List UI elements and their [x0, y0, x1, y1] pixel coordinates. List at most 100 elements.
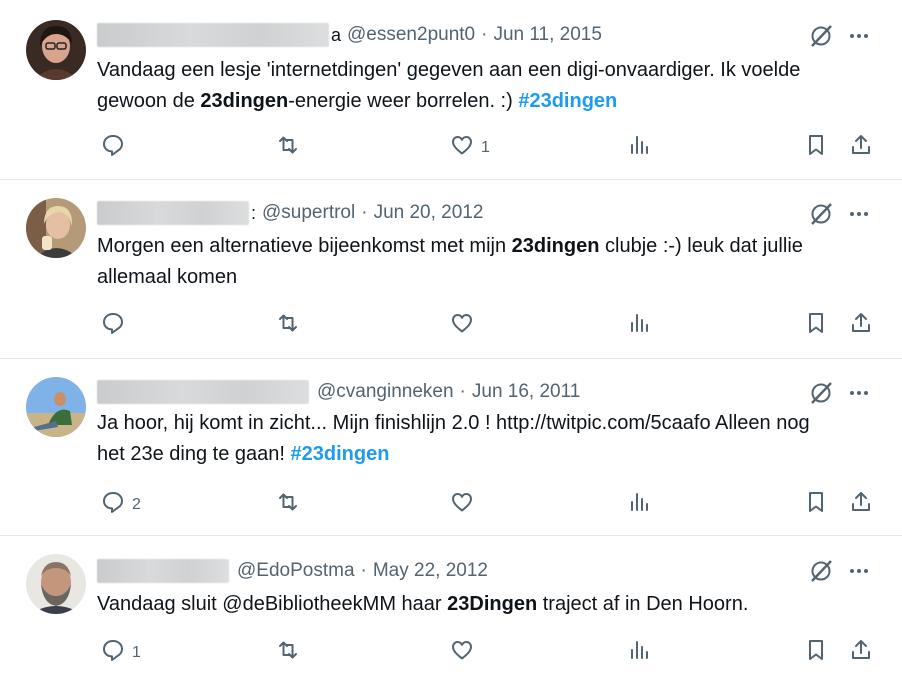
bookmark-icon — [803, 132, 829, 163]
share-button[interactable] — [848, 310, 874, 341]
like-button[interactable] — [449, 637, 481, 668]
tweet-date[interactable]: Jun 20, 2012 — [374, 202, 484, 224]
separator-dot: · — [360, 560, 367, 581]
tweet-text: Ja hoor, hij komt in zicht... Mijn finis… — [97, 408, 837, 470]
bookmark-button[interactable] — [803, 310, 829, 341]
like-icon — [449, 310, 475, 341]
tweet-actions: 1 — [0, 637, 902, 667]
avatar[interactable] — [26, 554, 86, 614]
separator-dot: · — [459, 381, 466, 402]
reply-button[interactable]: 1 — [100, 637, 141, 668]
hashtag-link[interactable]: #23dingen — [518, 90, 617, 112]
share-icon — [848, 132, 874, 163]
tweet-header: @EdoPostma · May 22, 2012 — [97, 556, 488, 586]
user-handle[interactable]: @supertrol — [262, 202, 355, 224]
share-button[interactable] — [848, 132, 874, 163]
share-icon — [848, 310, 874, 341]
more-icon[interactable] — [846, 23, 872, 49]
user-handle[interactable]: @EdoPostma — [237, 560, 355, 582]
views-icon — [626, 637, 652, 668]
more-icon[interactable] — [846, 558, 872, 584]
tweet-date[interactable]: May 22, 2012 — [373, 560, 488, 582]
tweet[interactable]: : @supertrol · Jun 20, 2012 Morgen een a… — [0, 180, 902, 359]
bookmark-icon — [803, 310, 829, 341]
retweet-icon — [275, 132, 301, 163]
views-button[interactable] — [626, 637, 652, 668]
retweet-icon — [275, 637, 301, 668]
reply-button[interactable] — [100, 310, 132, 341]
like-icon — [449, 489, 475, 520]
redacted-display-name — [97, 380, 309, 404]
grok-icon[interactable] — [808, 380, 834, 406]
views-button[interactable] — [626, 489, 652, 520]
redacted-display-name — [97, 23, 329, 47]
bookmark-button[interactable] — [803, 132, 829, 163]
tweet[interactable]: @cvanginneken · Jun 16, 2011 Ja hoor, hi… — [0, 359, 902, 536]
more-icon[interactable] — [846, 201, 872, 227]
user-handle[interactable]: @essen2punt0 — [347, 24, 475, 46]
tweet-text: Vandaag een lesje 'internetdingen' gegev… — [97, 55, 857, 117]
views-button[interactable] — [626, 310, 652, 341]
retweet-icon — [275, 310, 301, 341]
hashtag-link[interactable]: #23dingen — [291, 443, 390, 465]
like-count: 1 — [481, 138, 490, 156]
more-icon[interactable] — [846, 380, 872, 406]
tweet-feed: a @essen2punt0 · Jun 11, 2015 Vandaag ee… — [0, 0, 902, 681]
tweet-header: @cvanginneken · Jun 16, 2011 — [97, 377, 580, 407]
redacted-display-name — [97, 559, 229, 583]
grok-icon[interactable] — [808, 558, 834, 584]
separator-dot: · — [481, 24, 488, 45]
like-button[interactable] — [449, 489, 481, 520]
like-button[interactable] — [449, 310, 481, 341]
reply-icon — [100, 310, 126, 341]
views-icon — [626, 489, 652, 520]
like-button[interactable]: 1 — [449, 132, 490, 163]
share-button[interactable] — [848, 637, 874, 668]
tweet-text-segment: Ja hoor, hij komt in zicht... Mijn finis… — [97, 412, 810, 465]
avatar[interactable] — [26, 198, 86, 258]
tweet-header: : @supertrol · Jun 20, 2012 — [97, 198, 483, 228]
tweet-text-segment: Morgen een alternatieve bijeenkomst met … — [97, 235, 512, 257]
display-name-tail: a — [331, 24, 342, 45]
tweet-actions: 1 — [0, 132, 902, 162]
reply-icon — [100, 489, 126, 520]
tweet-text-segment: traject af in Den Hoorn. — [537, 593, 749, 615]
share-icon — [848, 637, 874, 668]
tweet-actions — [0, 310, 902, 340]
bold-keyword: 23Dingen — [447, 593, 538, 615]
reply-button[interactable] — [100, 132, 132, 163]
retweet-button[interactable] — [275, 310, 301, 341]
tweet[interactable]: @EdoPostma · May 22, 2012 Vandaag sluit … — [0, 536, 902, 681]
tweet-text: Morgen een alternatieve bijeenkomst met … — [97, 231, 857, 293]
user-handle[interactable]: @cvanginneken — [317, 381, 454, 403]
tweet-date[interactable]: Jun 11, 2015 — [493, 24, 601, 46]
bold-keyword: 23dingen — [511, 235, 600, 257]
bookmark-button[interactable] — [803, 489, 829, 520]
tweet-header: a @essen2punt0 · Jun 11, 2015 — [97, 20, 602, 50]
retweet-button[interactable] — [275, 489, 301, 520]
views-icon — [626, 132, 652, 163]
tweet-date[interactable]: Jun 16, 2011 — [472, 381, 580, 403]
retweet-button[interactable] — [275, 132, 301, 163]
tweet-text-segment: Vandaag sluit @deBibliotheekMM haar — [97, 593, 448, 615]
tweet-text: Vandaag sluit @deBibliotheekMM haar 23Di… — [97, 589, 857, 620]
like-icon — [449, 637, 475, 668]
retweet-button[interactable] — [275, 637, 301, 668]
grok-icon[interactable] — [808, 201, 834, 227]
tweet[interactable]: a @essen2punt0 · Jun 11, 2015 Vandaag ee… — [0, 0, 902, 180]
redacted-display-name — [97, 201, 249, 225]
share-icon — [848, 489, 874, 520]
bookmark-icon — [803, 637, 829, 668]
views-button[interactable] — [626, 132, 652, 163]
reply-button[interactable]: 2 — [100, 489, 141, 520]
tweet-text-segment: -energie weer borrelen. :) — [288, 90, 519, 112]
retweet-icon — [275, 489, 301, 520]
share-button[interactable] — [848, 489, 874, 520]
avatar[interactable] — [26, 20, 86, 80]
avatar[interactable] — [26, 377, 86, 437]
separator-dot: · — [361, 202, 368, 223]
bookmark-button[interactable] — [803, 637, 829, 668]
reply-icon — [100, 637, 126, 668]
grok-icon[interactable] — [808, 23, 834, 49]
views-icon — [626, 310, 652, 341]
